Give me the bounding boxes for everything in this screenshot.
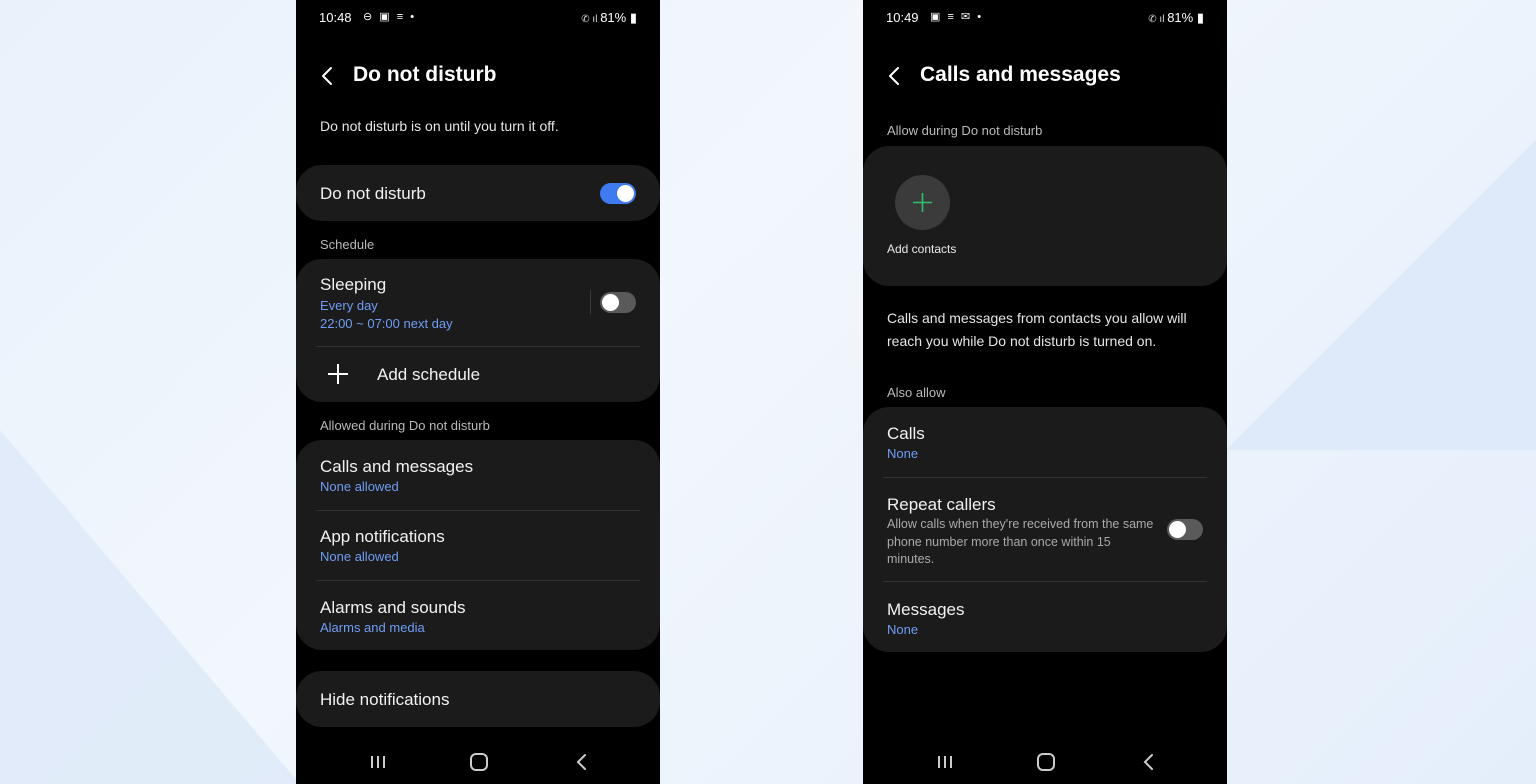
status-icons: ⊖ ▣ ≡ • <box>363 11 417 23</box>
back-arrow-icon[interactable] <box>885 66 905 86</box>
contacts-info: Calls and messages from contacts you all… <box>887 310 1187 349</box>
add-schedule-label: Add schedule <box>377 365 481 384</box>
app-header: Calls and messages <box>885 60 1205 94</box>
item-title: Calls and messages <box>320 457 474 476</box>
calls-sub: None <box>887 446 919 461</box>
vertical-divider <box>590 290 591 314</box>
divider <box>883 477 1207 478</box>
divider <box>316 510 640 511</box>
also-allow-header: Also allow <box>887 385 946 400</box>
app-header: Do not disturb <box>318 60 638 94</box>
signal-icon: ✆ ıl <box>581 14 601 25</box>
back-arrow-icon[interactable] <box>318 66 338 86</box>
item-sub: None allowed <box>320 549 399 564</box>
divider <box>883 581 1207 582</box>
sleeping-time: 22:00 ~ 07:00 next day <box>320 316 453 331</box>
status-bar: 10:48 ⊖ ▣ ≡ • ✆ ıl 81% ▮ <box>319 10 637 26</box>
phone-screen-do-not-disturb: 10:48 ⊖ ▣ ≡ • ✆ ıl 81% ▮ Do not disturb … <box>296 0 660 784</box>
messages-title: Messages <box>887 600 965 619</box>
hide-notifications-label: Hide notifications <box>320 690 450 709</box>
sleeping-title: Sleeping <box>320 275 387 294</box>
status-bar: 10:49 ▣ ≡ ✉ • ✆ ıl 81% ▮ <box>886 10 1204 26</box>
status-time: 10:48 <box>319 10 352 25</box>
add-contact-circle <box>895 175 950 230</box>
sleeping-days: Every day <box>320 298 378 313</box>
home-icon[interactable] <box>467 752 491 772</box>
recent-apps-icon[interactable] <box>366 752 390 772</box>
recent-apps-icon[interactable] <box>933 752 957 772</box>
plus-icon <box>328 364 348 384</box>
background-shape <box>0 430 300 784</box>
dnd-toggle[interactable] <box>600 183 636 204</box>
schedule-header: Schedule <box>320 237 375 252</box>
status-time: 10:49 <box>886 10 919 25</box>
repeat-callers-desc: Allow calls when they're received from t… <box>887 517 1154 566</box>
item-sub: Alarms and media <box>320 620 425 635</box>
navigation-bar <box>863 742 1227 784</box>
dnd-toggle-card[interactable]: Do not disturb <box>296 165 660 221</box>
hide-notifications-item[interactable]: Hide notifications <box>296 671 660 727</box>
sleeping-toggle[interactable] <box>600 292 636 313</box>
repeat-callers-title: Repeat callers <box>887 495 996 514</box>
calls-title: Calls <box>887 424 925 443</box>
divider <box>316 580 640 581</box>
battery-icon: ▮ <box>626 10 637 25</box>
nav-back-icon[interactable] <box>570 752 594 772</box>
contacts-card: Add contacts <box>863 146 1227 286</box>
repeat-callers-toggle[interactable] <box>1167 519 1203 540</box>
plus-icon <box>913 193 932 212</box>
messages-sub: None <box>887 622 919 637</box>
item-sub: None allowed <box>320 479 399 494</box>
signal-icon: ✆ ıl <box>1148 14 1168 25</box>
divider <box>316 346 640 347</box>
background-shape <box>1226 140 1536 450</box>
status-icons: ▣ ≡ ✉ • <box>930 11 984 23</box>
also-allow-card: Calls None Repeat callers Allow calls wh… <box>863 407 1227 652</box>
dnd-description: Do not disturb is on until you turn it o… <box>320 118 559 134</box>
navigation-bar <box>296 742 660 784</box>
allow-header: Allow during Do not disturb <box>887 123 1043 138</box>
dnd-label: Do not disturb <box>320 184 426 203</box>
nav-back-icon[interactable] <box>1137 752 1161 772</box>
add-contacts-label: Add contacts <box>887 242 957 256</box>
allowed-header: Allowed during Do not disturb <box>320 418 490 433</box>
battery-icon: ▮ <box>1193 10 1204 25</box>
phone-screen-calls-and-messages: 10:49 ▣ ≡ ✉ • ✆ ıl 81% ▮ Calls and messa… <box>863 0 1227 784</box>
item-title: App notifications <box>320 527 445 546</box>
item-title: Alarms and sounds <box>320 598 466 617</box>
page-title: Do not disturb <box>353 63 497 86</box>
home-icon[interactable] <box>1034 752 1058 772</box>
battery-level: ✆ ıl 81% ▮ <box>581 10 637 25</box>
page-title: Calls and messages <box>920 63 1121 86</box>
allowed-card: Calls and messages None allowed App noti… <box>296 440 660 650</box>
battery-level: ✆ ıl 81% ▮ <box>1148 10 1204 25</box>
schedule-card: Sleeping Every day 22:00 ~ 07:00 next da… <box>296 259 660 402</box>
